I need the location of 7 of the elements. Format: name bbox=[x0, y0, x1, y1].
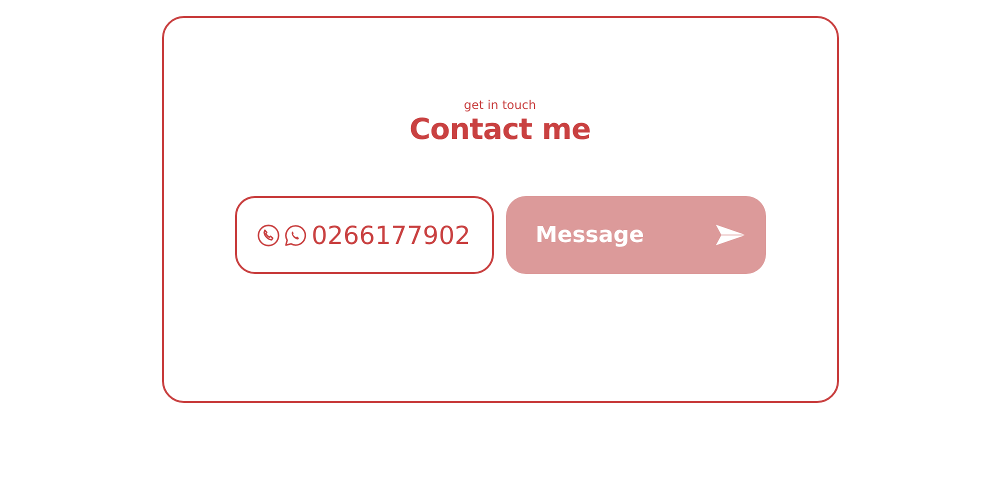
phone-icon bbox=[257, 224, 280, 246]
message-field[interactable]: Message bbox=[506, 196, 766, 274]
eyebrow-text: get in touch bbox=[464, 98, 536, 112]
contact-heading: Contact me bbox=[409, 112, 591, 146]
phone-button[interactable]: 0266177902 bbox=[234, 196, 494, 274]
chat-phone-icon bbox=[284, 224, 308, 246]
send-icon bbox=[714, 223, 748, 247]
